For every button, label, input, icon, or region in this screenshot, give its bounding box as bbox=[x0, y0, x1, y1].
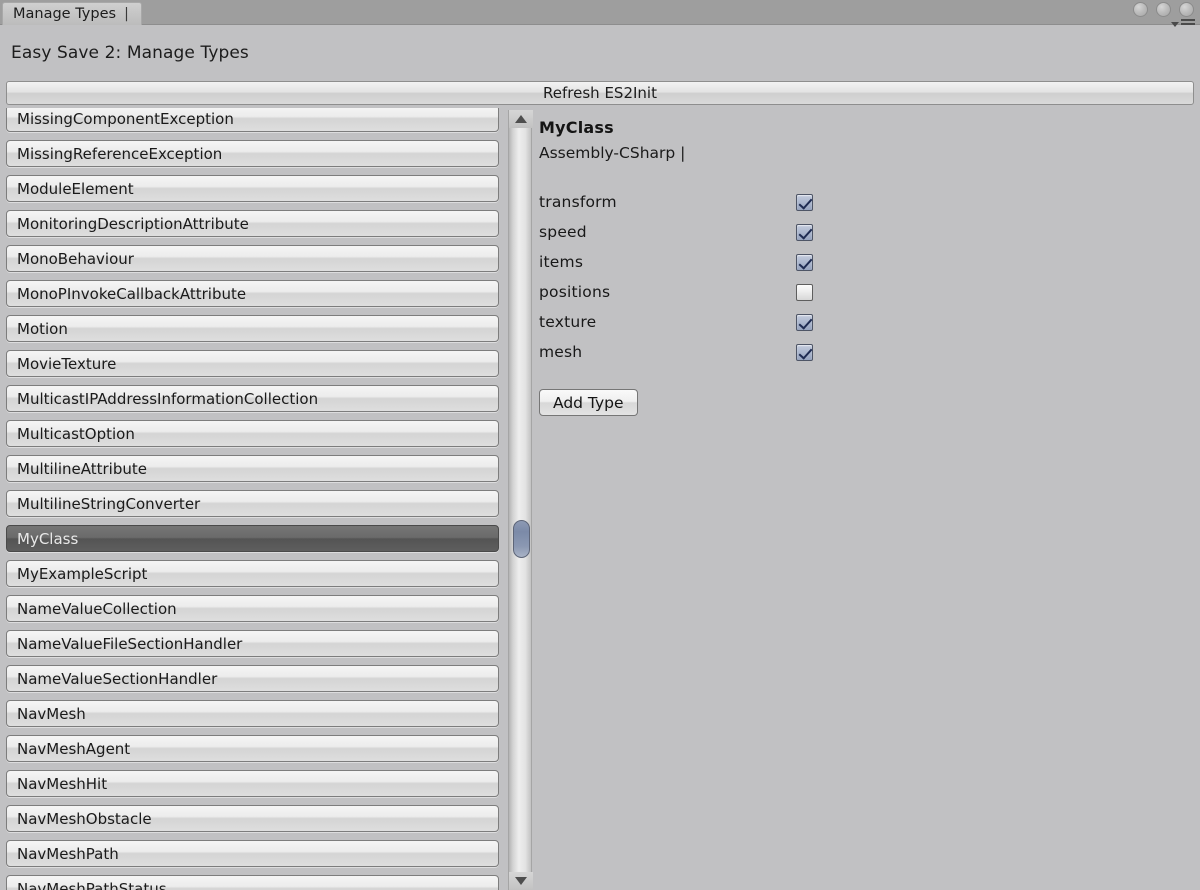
type-list-item[interactable]: ModuleElement bbox=[6, 175, 499, 202]
refresh-es2init-label: Refresh ES2Init bbox=[543, 84, 657, 102]
type-list-item-label: MulticastIPAddressInformationCollection bbox=[17, 389, 319, 408]
window-dot-3[interactable] bbox=[1179, 2, 1194, 17]
manage-types-window: Manage Types | Easy Save 2: Manage Types… bbox=[0, 0, 1200, 890]
window-dot-2[interactable] bbox=[1156, 2, 1171, 17]
type-list-item-label: MonoBehaviour bbox=[17, 249, 134, 268]
type-list-item[interactable]: NavMeshAgent bbox=[6, 735, 499, 762]
field-label: items bbox=[539, 253, 584, 271]
type-list-item-label: NameValueFileSectionHandler bbox=[17, 634, 243, 653]
type-list-scrollbar[interactable] bbox=[508, 110, 533, 890]
type-list-item[interactable]: MonoBehaviour bbox=[6, 245, 499, 272]
field-row: texture bbox=[539, 307, 1200, 337]
field-label: texture bbox=[539, 313, 597, 331]
type-list-item-label: MissingComponentException bbox=[17, 109, 234, 128]
window-tabbar: Manage Types | bbox=[0, 0, 1200, 29]
tab-manage-types[interactable]: Manage Types | bbox=[2, 2, 142, 25]
type-list-item[interactable]: NameValueSectionHandler bbox=[6, 665, 499, 692]
type-list-item-label: NavMeshObstacle bbox=[17, 809, 152, 828]
type-list-item[interactable]: NameValueCollection bbox=[6, 595, 499, 622]
type-list-item-label: MissingReferenceException bbox=[17, 144, 223, 163]
scroll-up-arrow-icon[interactable] bbox=[509, 110, 533, 128]
type-list: MissingComponentException MissingReferenc… bbox=[0, 108, 505, 890]
type-list-item-label: MulticastOption bbox=[17, 424, 135, 443]
field-row: items bbox=[539, 247, 1200, 277]
type-list-item-label: Motion bbox=[17, 319, 68, 338]
type-list-item[interactable]: Motion bbox=[6, 315, 499, 342]
type-list-item-label: ModuleElement bbox=[17, 179, 134, 198]
type-list-item-label: NameValueSectionHandler bbox=[17, 669, 218, 688]
type-list-item[interactable]: MulticastOption bbox=[6, 420, 499, 447]
type-list-item-label: NavMesh bbox=[17, 704, 86, 723]
type-list-item[interactable]: MyClass bbox=[6, 525, 499, 552]
field-label: mesh bbox=[539, 343, 583, 361]
type-list-item[interactable]: NavMeshHit bbox=[6, 770, 499, 797]
type-list-item-label: MultilineAttribute bbox=[17, 459, 147, 478]
field-row: positions bbox=[539, 277, 1200, 307]
field-checkbox[interactable] bbox=[796, 343, 813, 361]
type-detail-panel: MyClass Assembly-CSharp | transform speed… bbox=[533, 108, 1200, 890]
type-list-item[interactable]: NavMesh bbox=[6, 700, 499, 727]
chevron-down-icon bbox=[1171, 21, 1179, 27]
type-list-item[interactable]: MultilineAttribute bbox=[6, 455, 499, 482]
type-list-item[interactable]: NavMeshPath bbox=[6, 840, 499, 867]
type-list-item[interactable]: MyExampleScript bbox=[6, 560, 499, 587]
type-list-item-label: MyClass bbox=[17, 529, 79, 548]
field-checkbox[interactable] bbox=[796, 223, 813, 241]
type-list-item[interactable]: MissingReferenceException bbox=[6, 140, 499, 167]
scroll-down-arrow-icon[interactable] bbox=[509, 872, 533, 890]
type-list-item-label: NavMeshPath bbox=[17, 844, 119, 863]
type-list-item-label: NavMeshAgent bbox=[17, 739, 131, 758]
field-label: transform bbox=[539, 193, 617, 211]
field-checkbox[interactable] bbox=[796, 253, 813, 271]
type-list-panel[interactable]: MissingComponentException MissingReferenc… bbox=[0, 108, 505, 890]
field-checkbox[interactable] bbox=[796, 193, 813, 211]
tab-caret-icon: | bbox=[124, 6, 129, 22]
field-list: transform speed items positions texture mesh bbox=[539, 187, 1200, 367]
type-list-item[interactable]: NavMeshObstacle bbox=[6, 805, 499, 832]
type-list-item-label: NameValueCollection bbox=[17, 599, 177, 618]
type-list-item-label: MultilineStringConverter bbox=[17, 494, 201, 513]
field-label: positions bbox=[539, 283, 611, 301]
add-type-button[interactable]: Add Type bbox=[539, 389, 638, 416]
field-row: speed bbox=[539, 217, 1200, 247]
tab-label: Manage Types bbox=[13, 6, 117, 22]
page-title-text: Easy Save 2: Manage Types bbox=[11, 43, 249, 63]
detail-type-name: MyClass bbox=[539, 118, 614, 137]
type-list-item[interactable]: MonitoringDescriptionAttribute bbox=[6, 210, 499, 237]
field-label: speed bbox=[539, 223, 587, 241]
type-list-item[interactable]: NameValueFileSectionHandler bbox=[6, 630, 499, 657]
window-dot-1[interactable] bbox=[1133, 2, 1148, 17]
field-row: transform bbox=[539, 187, 1200, 217]
window-controls bbox=[1133, 2, 1194, 17]
type-list-item-label: MovieTexture bbox=[17, 354, 117, 373]
type-list-item-label: NavMeshHit bbox=[17, 774, 108, 793]
type-list-item-label: MonitoringDescriptionAttribute bbox=[17, 214, 249, 233]
type-list-item[interactable]: MultilineStringConverter bbox=[6, 490, 499, 517]
type-list-item-label: MonoPInvokeCallbackAttribute bbox=[17, 284, 247, 303]
add-type-label: Add Type bbox=[553, 393, 624, 412]
type-list-item-label: MyExampleScript bbox=[17, 564, 148, 583]
type-list-item[interactable]: MissingComponentException bbox=[6, 108, 499, 132]
type-list-item[interactable]: MulticastIPAddressInformationCollection bbox=[6, 385, 499, 412]
field-row: mesh bbox=[539, 337, 1200, 367]
type-list-item[interactable]: MonoPInvokeCallbackAttribute bbox=[6, 280, 499, 307]
refresh-es2init-button[interactable]: Refresh ES2Init bbox=[6, 81, 1194, 105]
scrollbar-thumb[interactable] bbox=[513, 520, 530, 558]
type-list-item-label: NavMeshPathStatus bbox=[17, 879, 167, 890]
type-list-item[interactable]: MovieTexture bbox=[6, 350, 499, 377]
field-checkbox[interactable] bbox=[796, 283, 813, 301]
type-list-item[interactable]: NavMeshPathStatus bbox=[6, 875, 499, 890]
field-checkbox[interactable] bbox=[796, 313, 813, 331]
page-title: Easy Save 2: Manage Types bbox=[0, 27, 1200, 79]
detail-assembly-name: Assembly-CSharp | bbox=[539, 144, 686, 162]
